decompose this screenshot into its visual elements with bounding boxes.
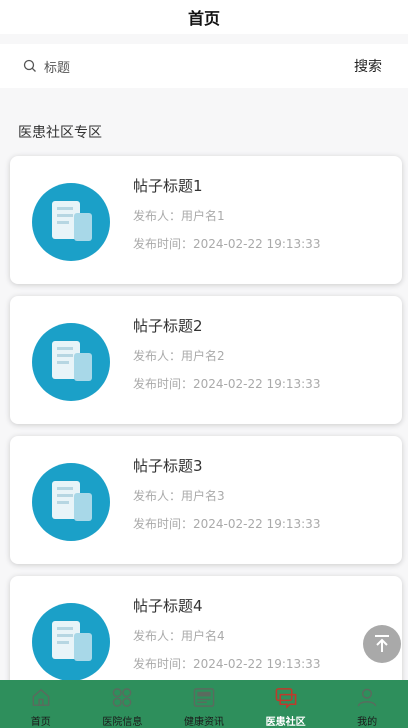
tab-label: 我的 bbox=[357, 717, 378, 728]
post-author: 发布人：用户名1 bbox=[133, 209, 225, 223]
tab-community[interactable]: 医患社区 bbox=[245, 680, 327, 728]
section-title: 医患社区专区 bbox=[18, 125, 102, 141]
post-author: 发布人：用户名4 bbox=[133, 629, 225, 643]
grid-icon bbox=[113, 688, 132, 707]
tab-home[interactable]: 首页 bbox=[0, 680, 82, 728]
post-time: 发布时间：2024-02-22 19:13:33 bbox=[133, 517, 321, 531]
tab-hospital-info[interactable]: 医院信息 bbox=[82, 680, 164, 728]
back-to-top-button[interactable] bbox=[363, 625, 401, 663]
post-card[interactable]: 帖子标题1 发布人：用户名1 发布时间：2024-02-22 19:13:33 bbox=[10, 156, 402, 284]
post-card[interactable]: 帖子标题3 发布人：用户名3 发布时间：2024-02-22 19:13:33 bbox=[10, 436, 402, 564]
post-time: 发布时间：2024-02-22 19:13:33 bbox=[133, 377, 321, 391]
search-input[interactable]: 标题 bbox=[22, 56, 322, 76]
bottom-tab-bar: 首页 医院信息 健康资讯 医患社区 我的 bbox=[0, 680, 408, 728]
post-title: 帖子标题3 bbox=[133, 457, 203, 475]
news-icon bbox=[193, 688, 215, 707]
document-icon bbox=[32, 183, 110, 261]
top-header: 首页 bbox=[0, 0, 408, 34]
post-time: 发布时间：2024-02-22 19:13:33 bbox=[133, 237, 321, 251]
post-time: 发布时间：2024-02-22 19:13:33 bbox=[133, 657, 321, 671]
search-button[interactable]: 搜索 bbox=[354, 56, 382, 76]
chat-icon bbox=[275, 688, 296, 709]
page-title: 首页 bbox=[187, 9, 220, 28]
tab-label: 首页 bbox=[30, 717, 51, 728]
tab-mine[interactable]: 我的 bbox=[326, 680, 408, 728]
user-icon bbox=[357, 688, 377, 707]
search-placeholder: 标题 bbox=[44, 60, 71, 76]
post-card[interactable]: 帖子标题2 发布人：用户名2 发布时间：2024-02-22 19:13:33 bbox=[10, 296, 402, 424]
search-icon bbox=[23, 59, 36, 72]
document-icon bbox=[32, 323, 110, 401]
arrow-up-icon bbox=[375, 635, 389, 652]
document-icon bbox=[32, 603, 110, 681]
post-author: 发布人：用户名3 bbox=[133, 489, 225, 503]
post-title: 帖子标题4 bbox=[133, 597, 203, 615]
search-bar: 标题 搜索 bbox=[0, 44, 408, 88]
home-icon bbox=[32, 688, 50, 706]
post-author: 发布人：用户名2 bbox=[133, 349, 225, 363]
tab-health-news[interactable]: 健康资讯 bbox=[163, 680, 245, 728]
post-title: 帖子标题2 bbox=[133, 317, 203, 335]
tab-label: 医院信息 bbox=[102, 717, 143, 728]
post-title: 帖子标题1 bbox=[133, 177, 203, 195]
tab-label: 医患社区 bbox=[265, 717, 306, 728]
tab-label: 健康资讯 bbox=[183, 717, 224, 728]
document-icon bbox=[32, 463, 110, 541]
